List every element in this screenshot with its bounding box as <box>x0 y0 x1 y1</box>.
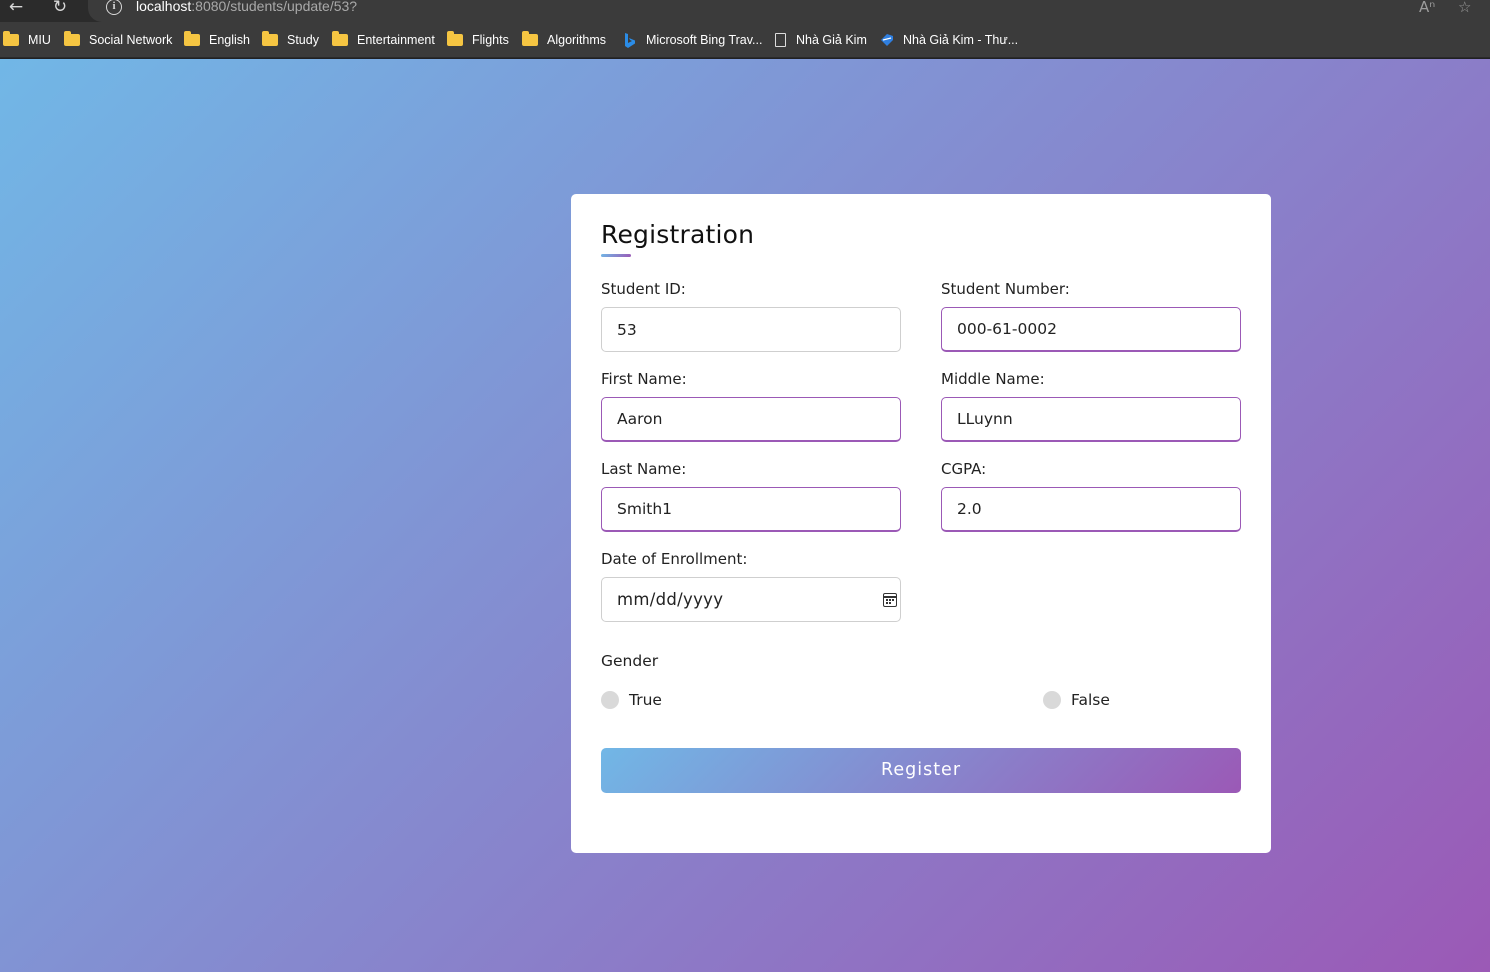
bookmark-social-network[interactable]: Social Network <box>64 30 172 50</box>
last-name-input[interactable] <box>601 487 901 532</box>
site-info-icon[interactable]: i <box>106 0 122 15</box>
bookmark-nha-gia-kim[interactable]: Nhà Giả Kim <box>775 30 867 50</box>
bookmark-flights[interactable]: Flights <box>447 30 509 50</box>
favorite-star-icon[interactable]: ☆ <box>1458 0 1471 16</box>
tag-icon <box>881 34 893 46</box>
bookmark-english[interactable]: English <box>184 30 250 50</box>
browser-toolbar: ← ↻ i localhost:8080/students/update/53?… <box>0 0 1490 22</box>
url-path: :8080/students/update/53? <box>191 0 358 14</box>
folder-icon <box>262 31 278 46</box>
enrollment-date-label: Date of Enrollment: <box>601 550 748 568</box>
bookmark-label: Nhà Giả Kim - Thư... <box>903 33 1019 47</box>
middle-name-input[interactable] <box>941 397 1241 442</box>
first-name-input[interactable] <box>601 397 901 442</box>
reload-icon[interactable]: ↻ <box>49 0 71 18</box>
url-host: localhost <box>136 0 192 14</box>
read-aloud-icon[interactable]: Aⁿ <box>1419 0 1435 16</box>
date-placeholder: mm/dd/yyyy <box>617 590 724 609</box>
folder-icon <box>447 31 463 46</box>
student-id-input[interactable] <box>601 307 901 352</box>
cgpa-input[interactable] <box>941 487 1241 532</box>
bookmark-label: Entertainment <box>357 33 435 47</box>
radio-dot[interactable] <box>1043 691 1061 709</box>
enrollment-date-input[interactable]: mm/dd/yyyy <box>601 577 901 622</box>
register-button[interactable]: Register <box>601 748 1241 793</box>
address-bar[interactable]: i localhost:8080/students/update/53? Aⁿ … <box>88 0 1490 22</box>
bookmark-label: Study <box>287 33 319 47</box>
calendar-icon[interactable] <box>883 593 897 607</box>
bookmark-algorithms[interactable]: Algorithms <box>522 30 606 50</box>
bookmark-miu[interactable]: MIU <box>3 30 51 50</box>
middle-name-label: Middle Name: <box>941 370 1045 388</box>
bookmark-microsoft-bing-travel[interactable]: Microsoft Bing Trav... <box>624 30 762 50</box>
cgpa-label: CGPA: <box>941 460 987 478</box>
radio-dot[interactable] <box>601 691 619 709</box>
bookmark-study[interactable]: Study <box>262 30 319 50</box>
gender-option-true[interactable]: True <box>601 691 662 709</box>
form-title: Registration <box>601 220 755 249</box>
gender-option-false[interactable]: False <box>1043 691 1110 709</box>
student-number-label: Student Number: <box>941 280 1070 298</box>
gender-label: Gender <box>601 652 659 670</box>
bookmark-label: Flights <box>472 33 509 47</box>
folder-icon <box>522 31 538 46</box>
registration-card: Registration Student ID: Student Number:… <box>571 194 1271 853</box>
bookmark-label: Nhà Giả Kim <box>796 33 867 47</box>
url-text[interactable]: localhost:8080/students/update/53? <box>136 0 357 14</box>
back-arrow-icon[interactable]: ← <box>5 0 27 18</box>
bookmark-entertainment[interactable]: Entertainment <box>332 30 435 50</box>
student-id-label: Student ID: <box>601 280 686 298</box>
page-background: Registration Student ID: Student Number:… <box>0 59 1490 972</box>
gender-option-label: False <box>1071 691 1110 709</box>
first-name-label: First Name: <box>601 370 687 388</box>
gender-option-label: True <box>629 691 662 709</box>
bookmark-label: English <box>209 33 250 47</box>
document-icon <box>775 33 786 47</box>
folder-icon <box>64 31 80 46</box>
title-underline <box>601 254 631 257</box>
bookmark-label: Algorithms <box>547 33 607 47</box>
bookmark-nha-gia-kim-thu[interactable]: Nhà Giả Kim - Thư... <box>880 30 1018 50</box>
bing-icon <box>625 32 635 48</box>
bookmark-label: Social Network <box>89 33 173 47</box>
bookmarks-bar: MIU Social Network English Study Enterta… <box>0 22 1490 58</box>
bookmark-label: MIU <box>28 33 51 47</box>
student-number-input[interactable] <box>941 307 1241 352</box>
folder-icon <box>184 31 200 46</box>
folder-icon <box>3 31 19 46</box>
folder-icon <box>332 31 348 46</box>
last-name-label: Last Name: <box>601 460 687 478</box>
bookmark-label: Microsoft Bing Trav... <box>646 33 763 47</box>
